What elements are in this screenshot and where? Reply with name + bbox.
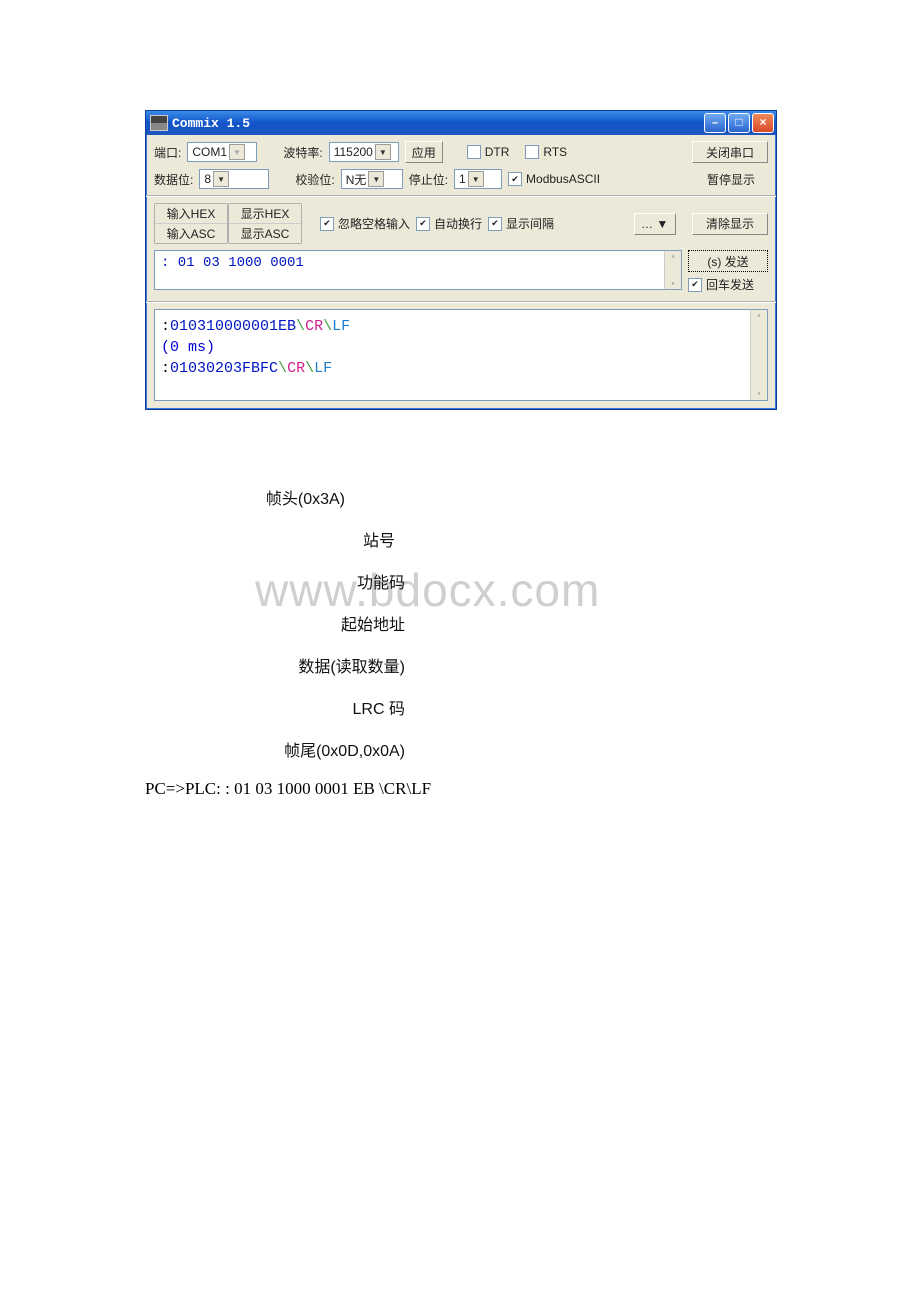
pc-to-plc-line: PC=>PLC: : 01 03 1000 0001 EB \CR\LF (145, 779, 775, 799)
databits-value: 8 (204, 172, 211, 186)
tx-input[interactable]: : 01 03 1000 0001 ▴▾ (154, 250, 682, 290)
port-value: COM1 (192, 145, 227, 159)
settings-row-1: 端口: COM1 ▼ 波特率: 115200 ▼ 应用 DTR (154, 141, 768, 163)
send-button[interactable]: (s) 发送 (688, 250, 768, 272)
clear-display-button[interactable]: 清除显示 (692, 213, 768, 235)
output-line: :010310000001EB\CR\LF (161, 316, 747, 337)
minimize-button[interactable]: – (704, 113, 726, 133)
show-interval-checkbox[interactable]: ✔ 显示间隔 (488, 215, 554, 232)
dropdown-arrow-icon: ▼ (468, 171, 484, 187)
baud-value: 115200 (334, 145, 373, 159)
parity-value: N无 (346, 171, 367, 188)
checkbox-icon: ✔ (488, 217, 502, 231)
settings-row-2: 数据位: 8 ▼ 校验位: N无 ▼ 停止位: 1 ▼ ✔ Mo (154, 169, 768, 189)
databits-label: 数据位: (154, 171, 193, 188)
dropdown-arrow-icon: ▼ (368, 171, 384, 187)
checkbox-icon (467, 145, 481, 159)
output-line: :01030203FBFC\CR\LF (161, 358, 747, 379)
pause-display-button[interactable]: 暂停显示 (694, 169, 768, 189)
ignore-space-checkbox[interactable]: ✔ 忽略空格输入 (320, 215, 410, 232)
options-row: 输入HEX 输入ASC 显示HEX 显示ASC ✔ 忽略空格输入 ✔ 自动换行 (154, 203, 768, 244)
dropdown-arrow-icon: ▼ (229, 144, 245, 160)
modbus-ascii-checkbox[interactable]: ✔ ModbusASCII (508, 172, 600, 186)
input-mode-toggle[interactable]: 输入HEX 输入ASC (154, 203, 228, 244)
checkbox-icon (525, 145, 539, 159)
stopbits-select[interactable]: 1 ▼ (454, 169, 502, 189)
scrollbar[interactable]: ▴▾ (750, 310, 767, 400)
display-mode-toggle[interactable]: 显示HEX 显示ASC (228, 203, 302, 244)
dropdown-arrow-icon: ▼ (375, 144, 391, 160)
checkbox-icon: ✔ (416, 217, 430, 231)
stopbits-value: 1 (459, 172, 466, 186)
parity-label: 校验位: (295, 171, 334, 188)
dtr-checkbox[interactable]: DTR (467, 145, 510, 159)
annot-start-addr: 起始地址 (145, 611, 415, 635)
annot-function-code: 功能码 (145, 569, 415, 593)
dropdown-arrow-icon: ▼ (213, 171, 229, 187)
frame-annotation-block: 帧头(0x3A) 站号 www.bdocx.com 功能码 起始地址 数据(读取… (145, 485, 665, 761)
databits-select[interactable]: 8 ▼ (199, 169, 269, 189)
annot-data-count: 数据(读取数量) (145, 653, 415, 677)
titlebar[interactable]: Commix 1.5 – □ × (146, 111, 776, 135)
checkbox-icon: ✔ (508, 172, 522, 186)
checkbox-icon: ✔ (688, 278, 702, 292)
close-button[interactable]: × (752, 113, 774, 133)
checkbox-icon: ✔ (320, 217, 334, 231)
output-latency: (0 ms) (161, 337, 747, 358)
commix-window: Commix 1.5 – □ × 端口: COM1 ▼ 波特率: 115200 … (145, 110, 777, 410)
auto-wrap-checkbox[interactable]: ✔ 自动换行 (416, 215, 482, 232)
scrollbar[interactable]: ▴▾ (664, 251, 681, 289)
apply-button[interactable]: 应用 (405, 141, 443, 163)
annot-station: 站号 (145, 527, 405, 551)
annot-frame-head: 帧头(0x3A) (145, 485, 355, 509)
stopbits-label: 停止位: (409, 171, 448, 188)
send-on-enter-checkbox[interactable]: ✔ 回车发送 (688, 276, 768, 293)
app-icon (150, 115, 168, 131)
annot-frame-tail: 帧尾(0x0D,0x0A) (145, 737, 415, 761)
port-select[interactable]: COM1 ▼ (187, 142, 257, 162)
tx-text: : 01 03 1000 0001 (161, 255, 304, 271)
send-area: : 01 03 1000 0001 ▴▾ (s) 发送 ✔ 回车发送 (154, 250, 768, 293)
window-title: Commix 1.5 (172, 116, 250, 131)
more-options-button[interactable]: … ▼ (634, 213, 676, 235)
baud-label: 波特率: (283, 144, 322, 161)
rx-output[interactable]: :010310000001EB\CR\LF (0 ms) :01030203FB… (154, 309, 768, 401)
port-label: 端口: (154, 144, 181, 161)
maximize-button[interactable]: □ (728, 113, 750, 133)
parity-select[interactable]: N无 ▼ (341, 169, 403, 189)
baud-select[interactable]: 115200 ▼ (329, 142, 399, 162)
close-port-button[interactable]: 关闭串口 (692, 141, 768, 163)
rts-checkbox[interactable]: RTS (525, 145, 567, 159)
annot-lrc: LRC 码 (145, 695, 415, 719)
